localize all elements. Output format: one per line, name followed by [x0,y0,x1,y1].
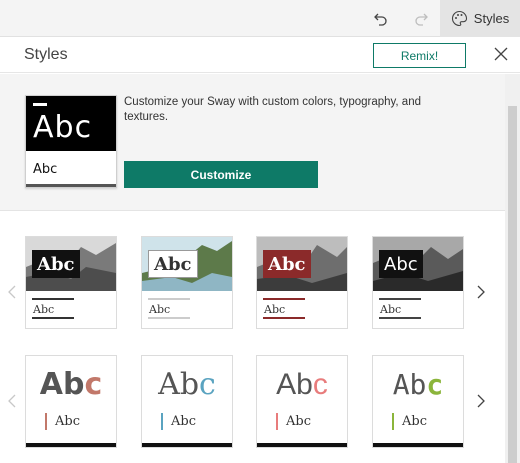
redo-icon [413,11,429,27]
preview-accent-bar [33,103,47,106]
card-title-main: Ab [276,368,313,401]
row1-next-arrow[interactable] [473,283,489,305]
style-card[interactable]: Abc Abc [256,355,348,448]
card-title: Abc [263,250,311,278]
close-icon [494,47,508,66]
preview-base-line [26,184,116,187]
row2-next-arrow[interactable] [473,392,489,414]
panel-title: Styles [24,46,68,63]
card-subtitle: Abc [286,414,311,429]
styles-panel: Styles Remix! Abc Abc Customize your Swa… [0,37,520,463]
card-title-accent: c [84,367,103,402]
row2-prev-arrow[interactable] [4,392,20,414]
style-card[interactable]: Abc Abc [25,355,117,448]
card-subtitle: Abc [149,303,171,316]
style-card[interactable]: Abc Abc [25,236,117,329]
style-card[interactable]: Abc Abc [372,355,464,448]
undo-icon [373,11,389,27]
redo-button[interactable] [406,0,436,37]
customize-button[interactable]: Customize [124,161,318,188]
card-subtitle: Abc [33,303,55,316]
chevron-right-icon [477,285,485,304]
card-accent-line [148,317,190,319]
card-title-accent: c [312,368,328,401]
card-subtitle: Abc [402,414,427,429]
card-accent-mark [45,413,47,430]
remix-button[interactable]: Remix! [373,43,466,68]
card-accent-line [379,317,421,319]
styles-toolbar-label: Styles [473,11,510,26]
card-title-accent: c [426,368,444,401]
card-subtitle: Abc [171,414,196,429]
card-title: Abc [142,368,232,402]
card-title-main: Ab [392,368,427,401]
chevron-right-icon [477,394,485,413]
scrollbar-thumb[interactable] [508,106,517,463]
card-title: Abc [379,250,423,278]
row1-prev-arrow[interactable] [4,283,20,305]
card-accent-mark [276,413,278,430]
card-title: Abc [148,250,198,278]
card-title-main: Ab [158,367,200,402]
close-button[interactable] [488,43,514,69]
chevron-left-icon [8,285,16,304]
card-accent-mark [392,413,394,430]
card-title: Abc [32,250,80,278]
customize-section: Abc Abc Customize your Sway with custom … [0,74,505,211]
card-base-line [373,443,463,447]
card-title: Abc [26,368,116,402]
style-card[interactable]: Abc Abc [141,355,233,448]
style-card[interactable]: Abc Abc [372,236,464,329]
card-title-accent: c [199,367,216,402]
panel-scrollbar[interactable] [505,74,520,463]
top-toolbar: Styles [0,0,520,37]
card-base-line [26,443,116,447]
palette-icon [451,10,468,27]
chevron-left-icon [8,394,16,413]
card-subtitle: Abc [264,303,286,316]
card-base-line [142,443,232,447]
card-subtitle: Abc [55,414,80,429]
customize-description: Customize your Sway with custom colors, … [124,96,421,123]
card-accent-mark [161,413,163,430]
card-accent-line [379,298,421,300]
style-card[interactable]: Abc Abc [256,236,348,329]
card-accent-line [263,298,305,300]
card-accent-line [32,298,74,300]
card-accent-line [263,317,305,319]
styles-toolbar-button[interactable]: Styles [440,0,520,37]
card-base-line [257,443,347,447]
card-title-main: Ab [39,367,85,402]
preview-header-block: Abc [26,96,116,151]
undo-button[interactable] [366,0,396,37]
custom-style-preview[interactable]: Abc Abc [25,95,117,188]
card-title: Abc [373,368,463,402]
panel-header: Styles Remix! [0,37,520,73]
card-accent-line [148,298,190,300]
card-title: Abc [257,368,347,402]
style-card[interactable]: Abc Abc [141,236,233,329]
card-subtitle: Abc [380,303,402,316]
preview-body-text: Abc [33,162,58,177]
card-accent-line [32,317,74,319]
preview-title-text: Abc [33,110,93,145]
